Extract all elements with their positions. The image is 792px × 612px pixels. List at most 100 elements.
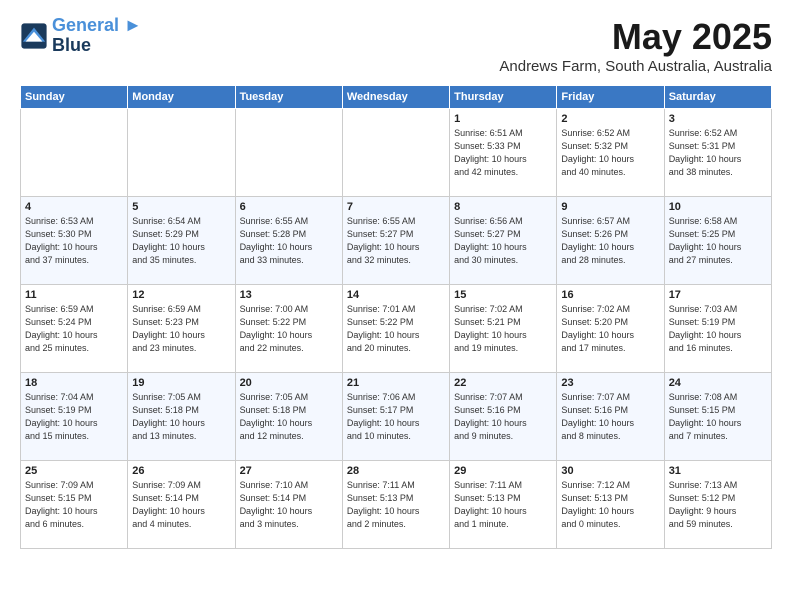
- day-number: 20: [240, 377, 338, 389]
- day-number: 14: [347, 289, 445, 301]
- calendar-cell: 7 Sunrise: 6:55 AMSunset: 5:27 PMDaylight…: [342, 197, 449, 285]
- page: General ► Blue May 2025 Andrews Farm, So…: [0, 0, 792, 565]
- cell-content: Sunrise: 7:07 AMSunset: 5:16 PMDaylight:…: [561, 391, 659, 443]
- week-row-3: 11 Sunrise: 6:59 AMSunset: 5:24 PMDayligh…: [21, 285, 772, 373]
- calendar-cell: 1Sunrise: 6:51 AMSunset: 5:33 PMDaylight…: [450, 109, 557, 197]
- day-number: 10: [669, 201, 767, 213]
- logo-blue-text: Blue: [52, 36, 142, 56]
- cell-content: Sunrise: 7:10 AMSunset: 5:14 PMDaylight:…: [240, 479, 338, 531]
- logo: General ► Blue: [20, 16, 142, 56]
- calendar-cell: 24 Sunrise: 7:08 AMSunset: 5:15 PMDayligh…: [664, 373, 771, 461]
- cell-content: Sunrise: 7:13 AMSunset: 5:12 PMDaylight:…: [669, 479, 767, 531]
- cell-content: Sunrise: 6:56 AMSunset: 5:27 PMDaylight:…: [454, 215, 552, 267]
- day-number: 21: [347, 377, 445, 389]
- cell-content: Sunrise: 7:11 AMSunset: 5:13 PMDaylight:…: [454, 479, 552, 531]
- header-sunday: Sunday: [21, 86, 128, 109]
- calendar-cell: 3Sunrise: 6:52 AMSunset: 5:31 PMDaylight…: [664, 109, 771, 197]
- calendar-cell: 26Sunrise: 7:09 AMSunset: 5:14 PMDayligh…: [128, 461, 235, 549]
- day-number: 12: [132, 289, 230, 301]
- cell-content: Sunrise: 6:59 AMSunset: 5:24 PMDaylight:…: [25, 303, 123, 355]
- day-number: 29: [454, 465, 552, 477]
- calendar-cell: 25Sunrise: 7:09 AMSunset: 5:15 PMDayligh…: [21, 461, 128, 549]
- calendar-cell: 18 Sunrise: 7:04 AMSunset: 5:19 PMDayligh…: [21, 373, 128, 461]
- day-number: 6: [240, 201, 338, 213]
- day-number: 11: [25, 289, 123, 301]
- calendar-cell: 10 Sunrise: 6:58 AMSunset: 5:25 PMDayligh…: [664, 197, 771, 285]
- cell-content: Sunrise: 7:04 AMSunset: 5:19 PMDaylight:…: [25, 391, 123, 443]
- cell-content: Sunrise: 6:54 AMSunset: 5:29 PMDaylight:…: [132, 215, 230, 267]
- header-saturday: Saturday: [664, 86, 771, 109]
- cell-content: Sunrise: 6:58 AMSunset: 5:25 PMDaylight:…: [669, 215, 767, 267]
- cell-content: Sunrise: 6:55 AMSunset: 5:27 PMDaylight:…: [347, 215, 445, 267]
- cell-content: Sunrise: 6:51 AMSunset: 5:33 PMDaylight:…: [454, 127, 552, 179]
- week-row-4: 18 Sunrise: 7:04 AMSunset: 5:19 PMDayligh…: [21, 373, 772, 461]
- week-row-2: 4 Sunrise: 6:53 AMSunset: 5:30 PMDaylight…: [21, 197, 772, 285]
- calendar-cell: 31Sunrise: 7:13 AMSunset: 5:12 PMDayligh…: [664, 461, 771, 549]
- logo-blue: ►: [119, 15, 142, 35]
- week-row-5: 25Sunrise: 7:09 AMSunset: 5:15 PMDayligh…: [21, 461, 772, 549]
- cell-content: Sunrise: 7:00 AMSunset: 5:22 PMDaylight:…: [240, 303, 338, 355]
- month-title: May 2025: [499, 16, 772, 58]
- calendar-cell: [342, 109, 449, 197]
- day-number: 28: [347, 465, 445, 477]
- day-number: 18: [25, 377, 123, 389]
- day-number: 8: [454, 201, 552, 213]
- calendar-cell: 14 Sunrise: 7:01 AMSunset: 5:22 PMDayligh…: [342, 285, 449, 373]
- calendar-cell: 28 Sunrise: 7:11 AMSunset: 5:13 PMDayligh…: [342, 461, 449, 549]
- header-wednesday: Wednesday: [342, 86, 449, 109]
- cell-content: Sunrise: 6:55 AMSunset: 5:28 PMDaylight:…: [240, 215, 338, 267]
- calendar-cell: [21, 109, 128, 197]
- cell-content: Sunrise: 7:05 AMSunset: 5:18 PMDaylight:…: [132, 391, 230, 443]
- cell-content: Sunrise: 7:02 AMSunset: 5:20 PMDaylight:…: [561, 303, 659, 355]
- day-number: 30: [561, 465, 659, 477]
- day-number: 15: [454, 289, 552, 301]
- calendar-cell: 30 Sunrise: 7:12 AMSunset: 5:13 PMDayligh…: [557, 461, 664, 549]
- calendar-cell: [235, 109, 342, 197]
- calendar-cell: 23 Sunrise: 7:07 AMSunset: 5:16 PMDayligh…: [557, 373, 664, 461]
- day-number: 2: [561, 113, 659, 125]
- calendar-cell: 22 Sunrise: 7:07 AMSunset: 5:16 PMDayligh…: [450, 373, 557, 461]
- header-tuesday: Tuesday: [235, 86, 342, 109]
- calendar-cell: 16 Sunrise: 7:02 AMSunset: 5:20 PMDayligh…: [557, 285, 664, 373]
- cell-content: Sunrise: 7:11 AMSunset: 5:13 PMDaylight:…: [347, 479, 445, 531]
- calendar-cell: 29 Sunrise: 7:11 AMSunset: 5:13 PMDayligh…: [450, 461, 557, 549]
- calendar-cell: 4 Sunrise: 6:53 AMSunset: 5:30 PMDaylight…: [21, 197, 128, 285]
- day-number: 23: [561, 377, 659, 389]
- cell-content: Sunrise: 7:07 AMSunset: 5:16 PMDaylight:…: [454, 391, 552, 443]
- day-number: 16: [561, 289, 659, 301]
- day-number: 26: [132, 465, 230, 477]
- day-number: 25: [25, 465, 123, 477]
- location-title: Andrews Farm, South Australia, Australia: [499, 58, 772, 75]
- day-number: 7: [347, 201, 445, 213]
- day-number: 13: [240, 289, 338, 301]
- logo-text: General ► Blue: [52, 16, 142, 56]
- calendar-cell: 2 Sunrise: 6:52 AMSunset: 5:32 PMDaylight…: [557, 109, 664, 197]
- calendar-cell: 12 Sunrise: 6:59 AMSunset: 5:23 PMDayligh…: [128, 285, 235, 373]
- header-thursday: Thursday: [450, 86, 557, 109]
- calendar-cell: 5Sunrise: 6:54 AMSunset: 5:29 PMDaylight…: [128, 197, 235, 285]
- calendar-cell: 11 Sunrise: 6:59 AMSunset: 5:24 PMDayligh…: [21, 285, 128, 373]
- week-row-1: 1Sunrise: 6:51 AMSunset: 5:33 PMDaylight…: [21, 109, 772, 197]
- cell-content: Sunrise: 7:12 AMSunset: 5:13 PMDaylight:…: [561, 479, 659, 531]
- title-block: May 2025 Andrews Farm, South Australia, …: [499, 16, 772, 75]
- cell-content: Sunrise: 7:03 AMSunset: 5:19 PMDaylight:…: [669, 303, 767, 355]
- calendar-cell: 6 Sunrise: 6:55 AMSunset: 5:28 PMDaylight…: [235, 197, 342, 285]
- cell-content: Sunrise: 6:59 AMSunset: 5:23 PMDaylight:…: [132, 303, 230, 355]
- cell-content: Sunrise: 7:01 AMSunset: 5:22 PMDaylight:…: [347, 303, 445, 355]
- day-number: 4: [25, 201, 123, 213]
- cell-content: Sunrise: 7:08 AMSunset: 5:15 PMDaylight:…: [669, 391, 767, 443]
- logo-general: General: [52, 15, 119, 35]
- day-number: 27: [240, 465, 338, 477]
- cell-content: Sunrise: 6:52 AMSunset: 5:31 PMDaylight:…: [669, 127, 767, 179]
- calendar-cell: 15Sunrise: 7:02 AMSunset: 5:21 PMDayligh…: [450, 285, 557, 373]
- calendar-cell: 9Sunrise: 6:57 AMSunset: 5:26 PMDaylight…: [557, 197, 664, 285]
- cell-content: Sunrise: 6:53 AMSunset: 5:30 PMDaylight:…: [25, 215, 123, 267]
- calendar-cell: [128, 109, 235, 197]
- calendar-cell: 21Sunrise: 7:06 AMSunset: 5:17 PMDayligh…: [342, 373, 449, 461]
- calendar-cell: 19Sunrise: 7:05 AMSunset: 5:18 PMDayligh…: [128, 373, 235, 461]
- calendar-cell: 27 Sunrise: 7:10 AMSunset: 5:14 PMDayligh…: [235, 461, 342, 549]
- header-friday: Friday: [557, 86, 664, 109]
- cell-content: Sunrise: 6:52 AMSunset: 5:32 PMDaylight:…: [561, 127, 659, 179]
- day-number: 24: [669, 377, 767, 389]
- day-number: 22: [454, 377, 552, 389]
